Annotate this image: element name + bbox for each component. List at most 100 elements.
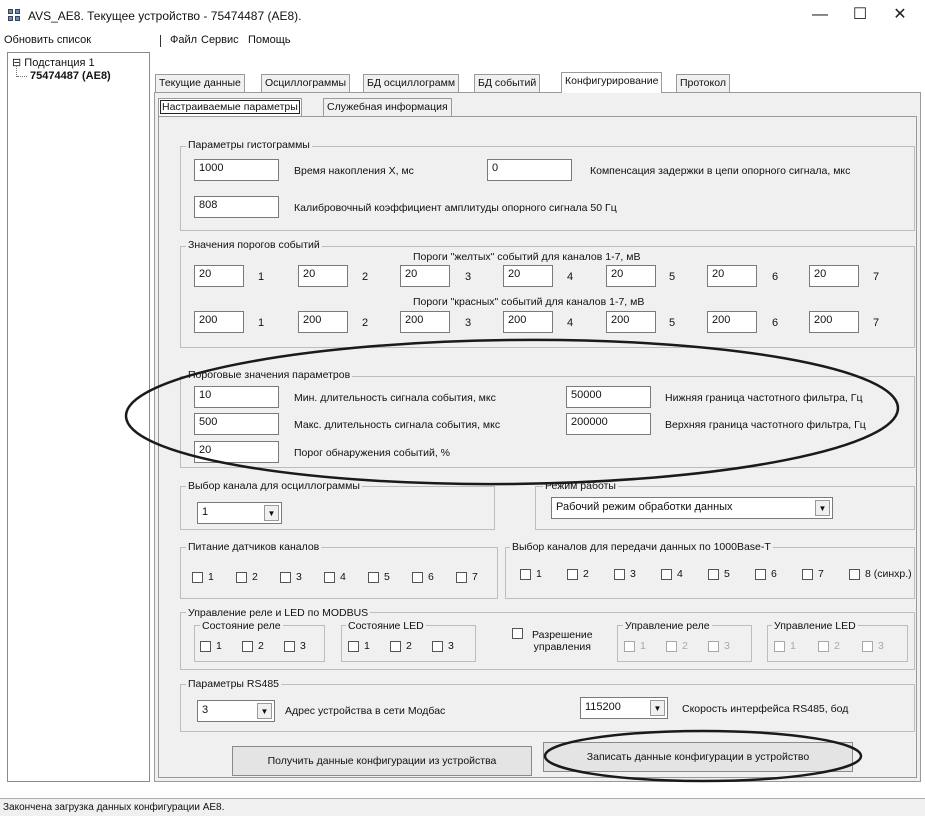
sensor-power-title: Питание датчиков каналов <box>186 541 322 553</box>
relay-control-2-label: 2 <box>682 640 688 652</box>
led-state-1-checkbox[interactable] <box>348 641 359 652</box>
channel-number: 5 <box>669 317 676 329</box>
transfer-ch1-label: 1 <box>536 568 542 580</box>
led-control-2-checkbox <box>818 641 829 652</box>
subtab-service-info[interactable]: Служебная информация <box>323 98 452 116</box>
relay-state-2-checkbox[interactable] <box>242 641 253 652</box>
relay-state-1-checkbox[interactable] <box>200 641 211 652</box>
transfer-ch1-checkbox[interactable] <box>520 569 531 580</box>
accumulation-time-label: Время накопления X, мс <box>294 165 414 177</box>
allow-control-label: Разрешение управления <box>532 629 593 653</box>
max-duration-label: Макс. длительность сигнала события, мкс <box>294 419 501 431</box>
maximize-button[interactable]: ☐ <box>840 4 880 28</box>
transfer-ch2-label: 2 <box>583 568 589 580</box>
relay-control-2-checkbox <box>666 641 677 652</box>
yellow-threshold-input[interactable]: 20 <box>809 265 859 287</box>
transfer-ch5-checkbox[interactable] <box>708 569 719 580</box>
transfer-ch4-checkbox[interactable] <box>661 569 672 580</box>
red-threshold-input[interactable]: 200 <box>707 311 757 333</box>
device-tree[interactable]: ⊟ Подстанция 1 75474487 (AE8) <box>7 52 150 782</box>
tab-oscillogram-db[interactable]: БД осциллограмм <box>363 74 460 92</box>
sensor-power-ch1-label: 1 <box>208 571 214 583</box>
red-threshold-input[interactable]: 200 <box>194 311 244 333</box>
channel-number: 5 <box>669 271 676 283</box>
accumulation-time-input[interactable]: 1000 <box>194 159 279 181</box>
sensor-power-ch5-checkbox[interactable] <box>368 572 379 583</box>
sensor-power-ch4-checkbox[interactable] <box>324 572 335 583</box>
sensor-power-ch1-checkbox[interactable] <box>192 572 203 583</box>
sensor-power-ch7-checkbox[interactable] <box>456 572 467 583</box>
menu-refresh[interactable]: Обновить список <box>4 34 91 46</box>
led-state-2-checkbox[interactable] <box>390 641 401 652</box>
relay-control-3-checkbox <box>708 641 719 652</box>
red-threshold-input[interactable]: 200 <box>503 311 553 333</box>
delay-compensation-input[interactable]: 0 <box>487 159 572 181</box>
rs485-speed-select[interactable]: 115200 ▼ <box>580 697 668 719</box>
modbus-address-select[interactable]: 3 ▼ <box>197 700 275 722</box>
sensor-power-ch2-checkbox[interactable] <box>236 572 247 583</box>
modbus-title: Управление реле и LED по MODBUS <box>186 607 371 619</box>
tab-events-db[interactable]: БД событий <box>474 74 541 92</box>
max-duration-input[interactable]: 500 <box>194 413 279 435</box>
yellow-threshold-input[interactable]: 20 <box>707 265 757 287</box>
yellow-threshold-input[interactable]: 20 <box>503 265 553 287</box>
sensor-power-ch3-checkbox[interactable] <box>280 572 291 583</box>
min-duration-input[interactable]: 10 <box>194 386 279 408</box>
detection-threshold-input[interactable]: 20 <box>194 441 279 463</box>
transfer-ch2-checkbox[interactable] <box>567 569 578 580</box>
channel-number: 2 <box>362 317 369 329</box>
menu-file[interactable]: Файл <box>170 34 197 46</box>
yellow-threshold-input[interactable]: 20 <box>400 265 450 287</box>
red-threshold-input[interactable]: 200 <box>606 311 656 333</box>
transfer-ch8-checkbox[interactable] <box>849 569 860 580</box>
yellow-threshold-input[interactable]: 20 <box>298 265 348 287</box>
sensor-power-ch4-label: 4 <box>340 571 346 583</box>
tab-configuration[interactable]: Конфигурирование <box>561 72 663 93</box>
sensor-power-ch5-label: 5 <box>384 571 390 583</box>
calibration-coef-input[interactable]: 808 <box>194 196 279 218</box>
min-duration-label: Мин. длительность сигнала события, мкс <box>294 392 496 404</box>
transfer-ch7-checkbox[interactable] <box>802 569 813 580</box>
tab-oscillograms[interactable]: Осциллограммы <box>261 74 351 92</box>
led-state-3-checkbox[interactable] <box>432 641 443 652</box>
tab-protocol[interactable]: Протокол <box>676 74 730 92</box>
filter-high-input[interactable]: 200000 <box>566 413 651 435</box>
dropdown-arrow-icon[interactable]: ▼ <box>257 703 272 719</box>
dropdown-arrow-icon[interactable]: ▼ <box>264 505 279 521</box>
sensor-power-ch6-checkbox[interactable] <box>412 572 423 583</box>
tree-root-label: Подстанция 1 <box>24 57 95 69</box>
transfer-ch3-checkbox[interactable] <box>614 569 625 580</box>
title-bar: AVS_AE8. Текущее устройство - 75474487 (… <box>0 0 925 32</box>
filter-low-label: Нижняя граница частотного фильтра, Гц <box>665 392 863 404</box>
tab-current-data[interactable]: Текущие данные <box>155 74 245 92</box>
dropdown-arrow-icon[interactable]: ▼ <box>650 700 665 716</box>
allow-control-label-line1: Разрешение <box>532 629 593 641</box>
mode-title: Режим работы <box>543 480 618 492</box>
yellow-thresholds-label: Пороги "желтых" событий для каналов 1-7,… <box>413 251 641 263</box>
close-button[interactable]: ✕ <box>880 4 920 28</box>
modbus-address-label: Адрес устройства в сети Модбас <box>285 705 446 717</box>
yellow-threshold-input[interactable]: 20 <box>194 265 244 287</box>
red-threshold-input[interactable]: 200 <box>809 311 859 333</box>
subtab-custom-params[interactable]: Настраиваемые параметры <box>158 98 302 116</box>
write-config-button[interactable]: Записать данные конфигурации в устройств… <box>543 742 853 772</box>
minimize-button[interactable]: — <box>800 4 840 28</box>
mode-select[interactable]: Рабочий режим обработки данных ▼ <box>551 497 833 519</box>
get-config-button[interactable]: Получить данные конфигурации из устройст… <box>232 746 532 776</box>
transfer-ch6-checkbox[interactable] <box>755 569 766 580</box>
tree-item-substation[interactable]: ⊟ Подстанция 1 <box>12 56 95 69</box>
red-threshold-input[interactable]: 200 <box>298 311 348 333</box>
menu-help[interactable]: Помощь <box>248 34 291 46</box>
calibration-coef-label: Калибровочный коэффициент амплитуды опор… <box>294 202 617 214</box>
filter-low-input[interactable]: 50000 <box>566 386 651 408</box>
allow-control-checkbox[interactable] <box>512 628 523 639</box>
osc-channel-select[interactable]: 1 ▼ <box>197 502 282 524</box>
tree-item-device[interactable]: 75474487 (AE8) <box>30 70 111 82</box>
menu-service[interactable]: Сервис <box>201 34 239 46</box>
sensor-power-group <box>180 547 498 599</box>
yellow-threshold-input[interactable]: 20 <box>606 265 656 287</box>
dropdown-arrow-icon[interactable]: ▼ <box>815 500 830 516</box>
red-thresholds-label: Пороги "красных" событий для каналов 1-7… <box>413 296 645 308</box>
relay-state-3-checkbox[interactable] <box>284 641 295 652</box>
red-threshold-input[interactable]: 200 <box>400 311 450 333</box>
